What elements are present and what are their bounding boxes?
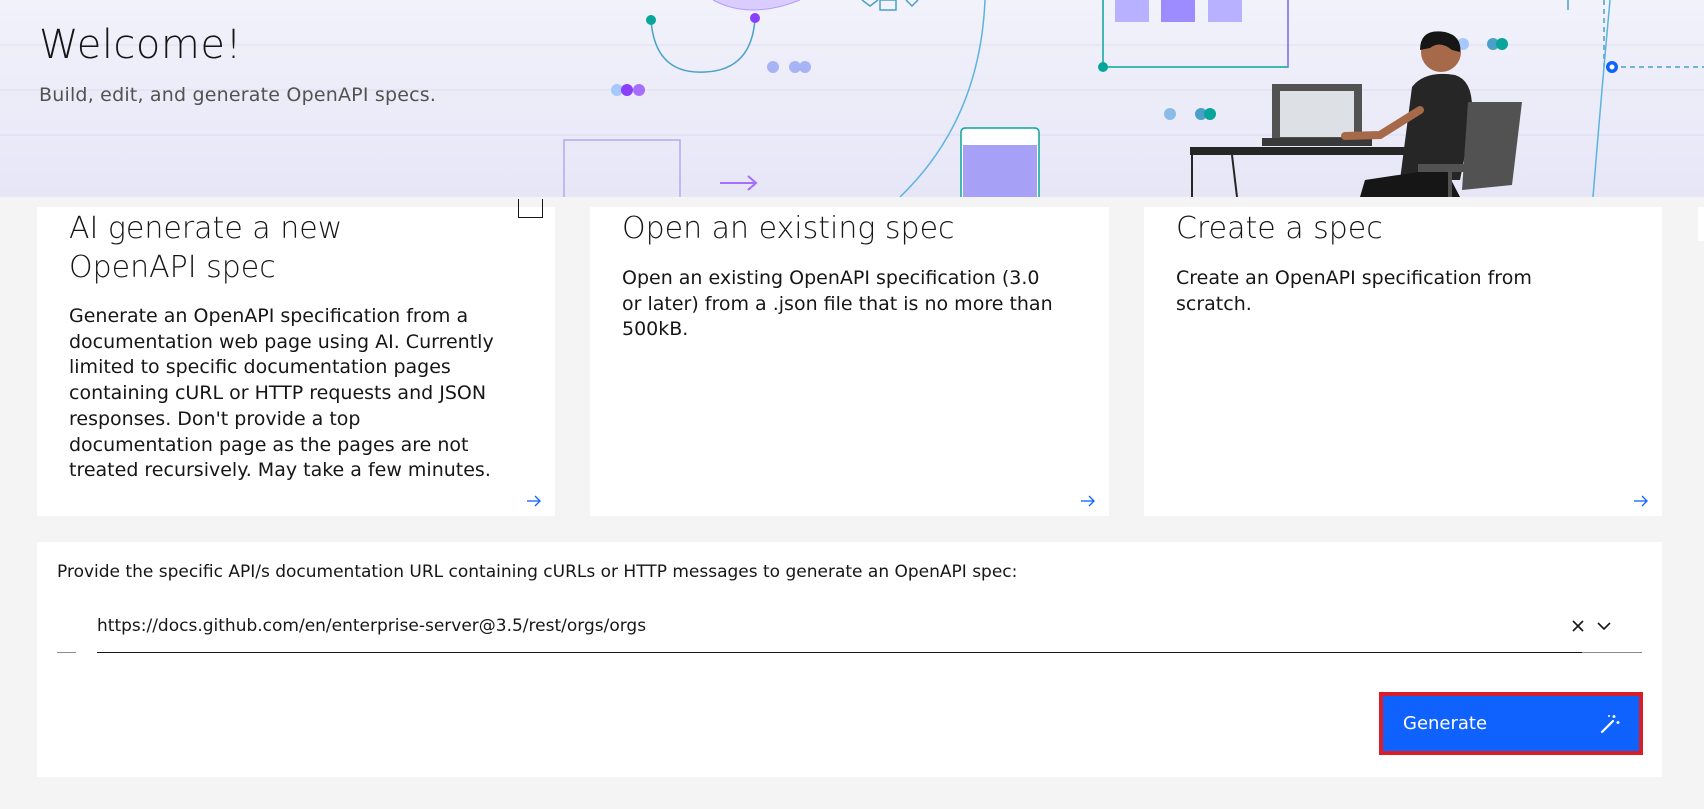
close-icon[interactable]: [1565, 613, 1591, 639]
card-ai-generate[interactable]: AI generate a new OpenAPI spec Generate …: [37, 199, 555, 516]
arrow-right-icon[interactable]: [1079, 492, 1097, 510]
card-open-existing[interactable]: Open an existing spec Open an existing O…: [590, 207, 1109, 516]
card-create-spec[interactable]: Create a spec Create an OpenAPI specific…: [1144, 207, 1662, 516]
arrow-right-icon[interactable]: [1632, 492, 1650, 510]
next-card-edge: [1698, 207, 1704, 241]
generate-button[interactable]: Generate: [1379, 692, 1643, 755]
generate-button-label: Generate: [1403, 713, 1488, 734]
card-description: Open an existing OpenAPI specification (…: [622, 267, 1053, 341]
card-title: AI generate a new OpenAPI spec: [69, 211, 343, 285]
welcome-banner: Welcome! Build, edit, and generate OpenA…: [0, 0, 1704, 197]
card-description: Generate an OpenAPI specification from a…: [69, 305, 494, 482]
card-description: Create an OpenAPI specification from scr…: [1176, 267, 1532, 315]
page-title: Welcome!: [39, 22, 243, 68]
url-combobox[interactable]: https://docs.github.com/en/enterprise-se…: [57, 603, 1642, 653]
page-subtitle: Build, edit, and generate OpenAPI specs.: [39, 84, 437, 106]
url-field-label: Provide the specific API/s documentation…: [57, 562, 1018, 582]
card-corner-mark: [518, 199, 543, 218]
arrow-right-icon[interactable]: [525, 492, 543, 510]
chevron-down-icon[interactable]: [1591, 613, 1617, 639]
field-underline: [97, 652, 1582, 653]
magic-wand-icon: [1600, 715, 1620, 734]
card-title: Open an existing spec: [622, 211, 955, 246]
field-underline: [57, 652, 76, 653]
card-title: Create a spec: [1176, 211, 1383, 246]
url-input[interactable]: https://docs.github.com/en/enterprise-se…: [97, 616, 646, 636]
field-underline: [1582, 652, 1642, 653]
